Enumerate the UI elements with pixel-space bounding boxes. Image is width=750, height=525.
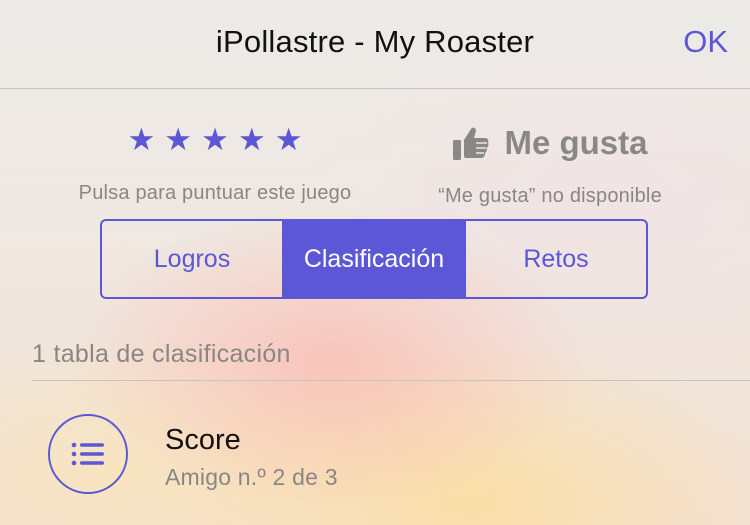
list-glyph (71, 442, 104, 466)
like-section: Me gusta “Me gusta” no disponible (380, 124, 720, 208)
star-icon[interactable]: ★ (164, 120, 192, 160)
tab-retos[interactable]: Retos (464, 221, 646, 297)
list-icon (48, 414, 128, 494)
tab-clasificacion[interactable]: Clasificación (282, 221, 464, 297)
nav-divider (0, 88, 750, 89)
rating-caption: Pulsa para puntuar este juego (78, 182, 352, 204)
star-icon[interactable]: ★ (201, 120, 229, 160)
star-icon[interactable]: ★ (238, 120, 266, 160)
star-icon[interactable]: ★ (275, 120, 303, 160)
page-title: iPollastre - My Roaster (215, 24, 535, 59)
tab-logros[interactable]: Logros (102, 221, 282, 297)
segmented-control: Logros Clasificación Retos (100, 219, 648, 299)
star-rating[interactable]: ★ ★ ★ ★ ★ (128, 120, 303, 160)
like-caption: “Me gusta” no disponible (438, 185, 662, 207)
leaderboard-rank: Amigo n.º 2 de 3 (165, 464, 338, 490)
section-header: 1 tabla de clasificación (32, 340, 291, 368)
like-button: Me gusta (452, 124, 648, 162)
thumbs-up-icon (453, 127, 489, 160)
ok-button[interactable]: OK (683, 24, 728, 60)
rating-section: ★ ★ ★ ★ ★ Pulsa para puntuar este juego (40, 120, 390, 205)
game-center-sheet: iPollastre - My Roaster OK ★ ★ ★ ★ ★ Pul… (0, 0, 750, 525)
leaderboard-title: Score (165, 424, 241, 456)
like-label: Me gusta (504, 124, 648, 161)
list-item[interactable]: Score Amigo n.º 2 de 3 (0, 400, 750, 510)
section-divider (32, 380, 750, 381)
star-icon[interactable]: ★ (128, 120, 156, 160)
